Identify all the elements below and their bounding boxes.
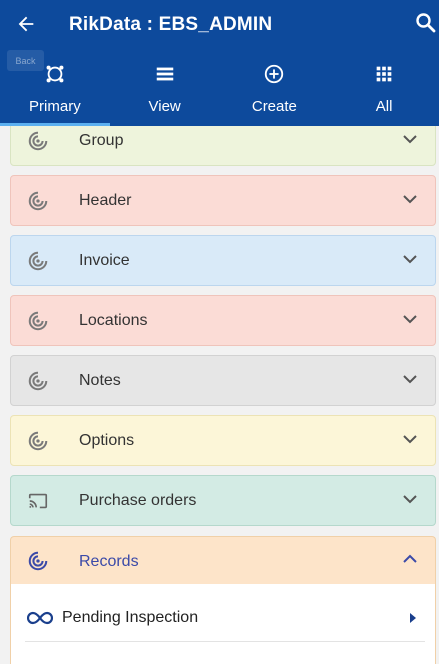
- list-item-pending-inspection[interactable]: Pending Inspection: [25, 596, 425, 642]
- infinity-icon: [27, 611, 53, 625]
- chevron-down-icon: [403, 195, 417, 204]
- cast-icon: [28, 493, 48, 509]
- section-group[interactable]: Group: [10, 126, 436, 166]
- back-button[interactable]: [12, 10, 40, 38]
- section-label: Locations: [79, 312, 148, 329]
- chevron-up-icon: [403, 554, 417, 563]
- chevron-down-icon: [403, 255, 417, 264]
- records-panel: Pending Inspection: [10, 584, 436, 664]
- target-icon: [28, 551, 48, 571]
- chevron-down-icon: [403, 435, 417, 444]
- chevron-down-icon: [403, 135, 417, 144]
- section-list: Group Header Invoice Locations Notes Opt…: [0, 126, 439, 664]
- section-label: Options: [79, 432, 135, 449]
- chevron-down-icon: [403, 315, 417, 324]
- section-purchase-orders[interactable]: Purchase orders: [10, 475, 436, 526]
- section-label: Purchase orders: [79, 492, 197, 509]
- grid-icon: [376, 66, 392, 82]
- page-title: RikData : EBS_ADMIN: [69, 14, 273, 35]
- add-circle-icon: [265, 64, 284, 84]
- target-icon: [28, 251, 48, 271]
- section-invoice[interactable]: Invoice: [10, 235, 436, 286]
- arrow-left-icon: [18, 16, 34, 32]
- list-item-label: Pending Inspection: [62, 609, 199, 626]
- list-icon: [156, 67, 173, 81]
- section-notes[interactable]: Notes: [10, 355, 436, 406]
- tab-all[interactable]: All: [329, 58, 439, 126]
- section-options[interactable]: Options: [10, 415, 436, 466]
- tab-label: All: [375, 98, 393, 115]
- tab-label: Primary: [29, 98, 81, 115]
- section-records[interactable]: Records: [10, 536, 436, 584]
- section-label: Records: [79, 553, 139, 570]
- section-label: Group: [79, 132, 124, 149]
- section-label: Notes: [79, 372, 121, 389]
- section-label: Invoice: [79, 252, 130, 269]
- target-icon: [28, 191, 48, 211]
- target-icon: [28, 311, 48, 331]
- target-icon: [28, 431, 48, 451]
- tab-view[interactable]: View: [110, 58, 220, 126]
- tab-primary[interactable]: Primary: [0, 58, 110, 126]
- caret-right-icon: [410, 613, 416, 623]
- tab-bar: Primary View Create All: [0, 58, 439, 126]
- chevron-down-icon: [403, 375, 417, 384]
- tab-label: View: [148, 98, 181, 115]
- search-icon: [416, 13, 436, 33]
- app-bar: RikData : EBS_ADMIN Back Primary View Cr…: [0, 0, 439, 126]
- target-icon: [28, 371, 48, 391]
- tab-label: Create: [251, 98, 297, 115]
- target-icon: [28, 131, 48, 151]
- section-locations[interactable]: Locations: [10, 295, 436, 346]
- search-button[interactable]: [414, 11, 439, 37]
- app-screen: RikData : EBS_ADMIN Back Primary View Cr…: [0, 0, 439, 664]
- tab-create[interactable]: Create: [220, 58, 330, 126]
- chevron-down-icon: [403, 495, 417, 504]
- section-header[interactable]: Header: [10, 175, 436, 226]
- primary-ring-icon: [46, 65, 64, 83]
- section-label: Header: [79, 192, 132, 209]
